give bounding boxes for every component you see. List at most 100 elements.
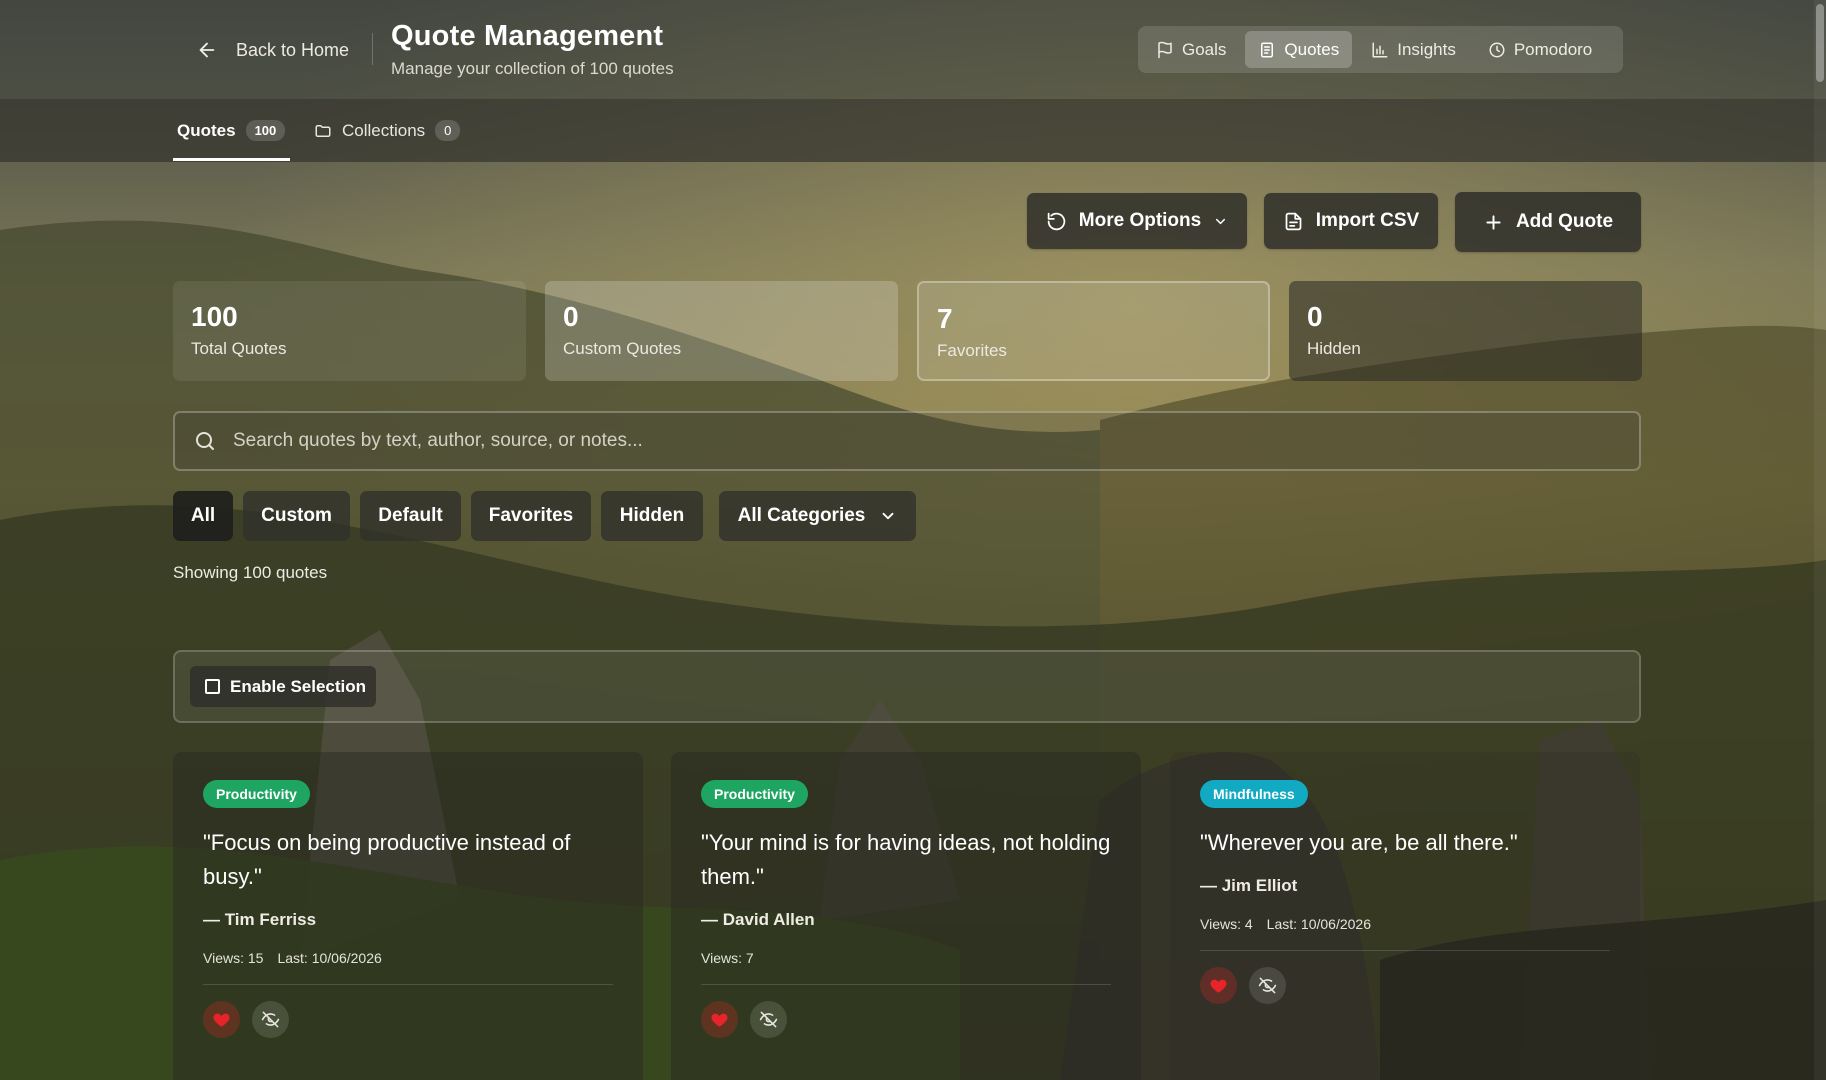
search-icon bbox=[196, 432, 214, 450]
quote-meta: Views: 7 bbox=[701, 950, 1111, 966]
file-icon bbox=[1285, 212, 1302, 230]
tab-collections-count: 0 bbox=[435, 120, 461, 141]
stat-total-value: 100 bbox=[191, 301, 238, 332]
quote-card: Productivity "Focus on being productive … bbox=[173, 752, 643, 1080]
card-actions bbox=[701, 1001, 1111, 1038]
scrollbar[interactable] bbox=[1814, 0, 1826, 1080]
nav-quotes[interactable]: Quotes bbox=[1245, 31, 1353, 68]
search-bar bbox=[173, 411, 1641, 471]
add-quote-button[interactable]: Add Quote bbox=[1455, 192, 1641, 252]
filter-hidden-button[interactable]: Hidden bbox=[601, 491, 703, 541]
back-to-home-label: Back to Home bbox=[236, 39, 350, 60]
nav-insights-label: Insights bbox=[1397, 39, 1456, 59]
quote-card: Mindfulness "Wherever you are, be all th… bbox=[1170, 752, 1640, 1080]
hide-button[interactable] bbox=[1249, 967, 1286, 1004]
scroll-thumb[interactable] bbox=[1816, 4, 1824, 82]
card-divider bbox=[701, 984, 1111, 985]
import-csv-button[interactable]: Import CSV bbox=[1264, 193, 1438, 249]
eye-off-icon bbox=[1258, 977, 1277, 994]
folder-icon bbox=[315, 124, 331, 137]
quote-meta: Views: 4 Last: 10/06/2026 bbox=[1200, 916, 1610, 932]
showing-count: Showing 100 quotes bbox=[173, 563, 328, 582]
card-actions bbox=[1200, 967, 1610, 1004]
filter-custom-button[interactable]: Custom bbox=[243, 491, 350, 541]
heart-icon bbox=[213, 1013, 230, 1027]
clock-icon bbox=[1489, 42, 1505, 57]
filter-default-button[interactable]: Default bbox=[360, 491, 461, 541]
quote-card: Productivity "Your mind is for having id… bbox=[671, 752, 1141, 1080]
favorite-button[interactable] bbox=[1200, 967, 1237, 1004]
nav-quotes-label: Quotes bbox=[1284, 39, 1340, 59]
filter-all-label: All bbox=[190, 505, 216, 526]
favorite-button[interactable] bbox=[701, 1001, 738, 1038]
category-tag: Productivity bbox=[701, 780, 808, 808]
heart-icon bbox=[711, 1013, 728, 1027]
chevron-down-icon bbox=[882, 512, 894, 520]
filter-custom-label: Custom bbox=[261, 505, 332, 526]
import-csv-label: Import CSV bbox=[1315, 210, 1420, 231]
tab-active-underline bbox=[173, 158, 290, 161]
quote-last-viewed: Last: 10/06/2026 bbox=[1266, 916, 1371, 932]
category-tag: Mindfulness bbox=[1200, 780, 1308, 808]
favorite-button[interactable] bbox=[203, 1001, 240, 1038]
quote-last-viewed: Last: 10/06/2026 bbox=[277, 950, 382, 966]
eye-off-icon bbox=[759, 1011, 778, 1028]
app-root: Back to Home Quote Management Manage you… bbox=[0, 0, 1826, 1080]
more-options-button[interactable]: More Options bbox=[1027, 193, 1247, 249]
flag-icon bbox=[1158, 41, 1172, 58]
category-select[interactable]: All Categories bbox=[719, 491, 916, 541]
quote-author: — David Allen bbox=[701, 910, 815, 929]
stat-card-total: 100 Total Quotes bbox=[173, 281, 526, 381]
enable-selection-button[interactable]: Enable Selection bbox=[190, 666, 376, 707]
quote-views: Views: 7 bbox=[701, 950, 754, 966]
tab-quotes[interactable]: Quotes 100 bbox=[177, 99, 286, 162]
quote-text: "Wherever you are, be all there." bbox=[1200, 830, 1518, 855]
enable-selection-label: Enable Selection bbox=[230, 676, 367, 696]
nav-goals-label: Goals bbox=[1182, 39, 1227, 59]
eye-off-icon bbox=[261, 1011, 280, 1028]
stat-total-label: Total Quotes bbox=[191, 339, 287, 358]
chevron-down-icon bbox=[1216, 218, 1226, 224]
arrow-left-icon bbox=[199, 42, 215, 58]
card-divider bbox=[1200, 950, 1610, 951]
tab-bar: Quotes 100 Collections 0 bbox=[0, 99, 1826, 162]
tab-collections[interactable]: Collections 0 bbox=[314, 99, 461, 162]
document-icon bbox=[1261, 42, 1274, 57]
tab-quotes-label: Quotes bbox=[177, 120, 236, 140]
heart-icon bbox=[1210, 979, 1227, 993]
tab-collections-label: Collections bbox=[342, 120, 426, 140]
stat-custom-label: Custom Quotes bbox=[563, 339, 682, 358]
stat-custom-value: 0 bbox=[563, 301, 579, 332]
nav-goals[interactable]: Goals bbox=[1143, 31, 1239, 68]
stat-card-favorites: 7 Favorites bbox=[917, 281, 1270, 381]
nav-pomodoro[interactable]: Pomodoro bbox=[1475, 31, 1605, 68]
refresh-icon bbox=[1047, 212, 1066, 230]
stat-favorites-value: 7 bbox=[937, 303, 953, 334]
plus-icon bbox=[1486, 214, 1501, 230]
hide-button[interactable] bbox=[750, 1001, 787, 1038]
bar-chart-icon bbox=[1372, 42, 1388, 57]
stat-card-custom: 0 Custom Quotes bbox=[545, 281, 898, 381]
stat-hidden-label: Hidden bbox=[1307, 339, 1361, 358]
nav-insights[interactable]: Insights bbox=[1358, 31, 1469, 68]
page-subtitle: Manage your collection of 100 quotes bbox=[391, 59, 674, 78]
quote-meta: Views: 15 Last: 10/06/2026 bbox=[203, 950, 613, 966]
hide-button[interactable] bbox=[252, 1001, 289, 1038]
filter-favorites-button[interactable]: Favorites bbox=[471, 491, 591, 541]
quote-views: Views: 4 bbox=[1200, 916, 1253, 932]
tab-quotes-count: 100 bbox=[245, 120, 286, 141]
search-input[interactable] bbox=[233, 430, 1639, 452]
stat-hidden-value: 0 bbox=[1307, 301, 1323, 332]
filter-favorites-label: Favorites bbox=[488, 505, 574, 526]
category-select-label: All Categories bbox=[737, 505, 866, 526]
quote-views: Views: 15 bbox=[203, 950, 264, 966]
quote-text: "Your mind is for having ideas, not hold… bbox=[701, 830, 1111, 889]
more-options-label: More Options bbox=[1078, 210, 1202, 231]
selection-bar: Enable Selection bbox=[173, 650, 1641, 723]
back-to-home-button[interactable]: Back to Home bbox=[196, 30, 349, 70]
filter-all-button[interactable]: All bbox=[173, 491, 233, 541]
category-tag: Productivity bbox=[203, 780, 310, 808]
quote-author: — Jim Elliot bbox=[1200, 876, 1298, 895]
card-actions bbox=[203, 1001, 613, 1038]
top-nav: Goals Quotes Insights Pomodoro bbox=[1138, 26, 1623, 73]
